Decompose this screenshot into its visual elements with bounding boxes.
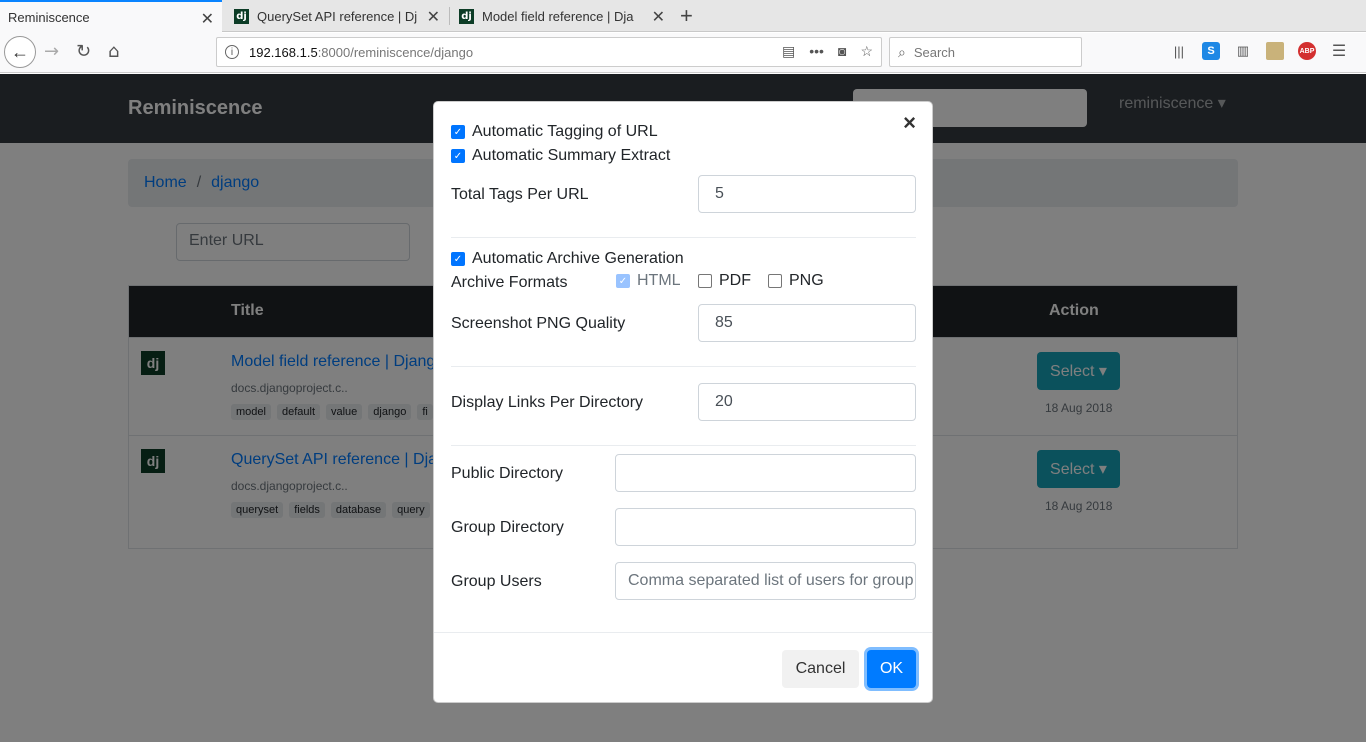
archive-formats-label: Archive Formats [451, 274, 568, 291]
auto-summary-checkbox[interactable]: ✓ Automatic Summary Extract [451, 147, 670, 165]
png-quality-label: Screenshot PNG Quality [451, 315, 626, 332]
s-extension-icon[interactable]: S [1202, 42, 1220, 60]
menu-icon[interactable]: ☰ [1330, 42, 1348, 60]
group-users-input[interactable]: Comma separated list of users for group [615, 562, 916, 600]
browser-tab-strip: Reminiscence ✕ dj QuerySet API reference… [0, 0, 1366, 33]
abp-icon[interactable]: ABP [1298, 42, 1316, 60]
page-actions-icon[interactable]: ••• [809, 43, 824, 60]
library-icon[interactable]: ||| [1170, 42, 1188, 60]
auto-archive-checkbox[interactable]: ✓ Automatic Archive Generation [451, 250, 684, 268]
search-icon: ⌕ [898, 43, 906, 60]
group-dir-input[interactable] [615, 508, 916, 546]
auto-tagging-checkbox[interactable]: ✓ Automatic Tagging of URL [451, 123, 658, 141]
back-icon[interactable]: ← [4, 36, 36, 68]
checkbox-checked-icon[interactable]: ✓ [451, 149, 465, 163]
links-per-dir-label: Display Links Per Directory [451, 394, 644, 411]
tab-model-field[interactable]: dj Model field reference | Dja ✕ [451, 0, 673, 32]
browser-search-input[interactable]: ⌕ Search [889, 37, 1082, 67]
format-pdf-label: PDF [719, 272, 751, 289]
checkbox-unchecked-icon[interactable] [768, 274, 782, 288]
close-icon[interactable]: × [903, 110, 916, 136]
divider [451, 366, 916, 367]
sidebar-icon[interactable]: ▥ [1234, 42, 1252, 60]
reader-view-icon[interactable]: ▤ [782, 43, 795, 60]
reload-icon[interactable]: ↻ [76, 41, 91, 62]
cancel-button[interactable]: Cancel [782, 650, 859, 688]
home-icon[interactable]: ⌂ [108, 41, 119, 62]
public-dir-label: Public Directory [451, 465, 564, 482]
auto-tagging-label: Automatic Tagging of URL [472, 123, 658, 140]
tab-label: Reminiscence [8, 10, 90, 25]
total-tags-label: Total Tags Per URL [451, 186, 589, 203]
tab-reminiscence[interactable]: Reminiscence ✕ [0, 0, 222, 33]
checkbox-checked-icon[interactable]: ✓ [451, 252, 465, 266]
close-tab-icon[interactable]: ✕ [427, 7, 440, 27]
picture-extension-icon[interactable] [1266, 42, 1284, 60]
auto-archive-label: Automatic Archive Generation [472, 250, 684, 267]
tab-label: Model field reference | Dja [482, 8, 634, 24]
new-tab-icon[interactable]: + [680, 3, 693, 29]
group-dir-label: Group Directory [451, 519, 564, 536]
url-path: :8000/reminiscence/django [317, 44, 474, 60]
site-info-icon[interactable]: i [225, 45, 239, 59]
url-bar[interactable]: i 192.168.1.5:8000/reminiscence/django ▤… [216, 37, 882, 67]
checkbox-checked-icon: ✓ [616, 274, 630, 288]
checkbox-checked-icon[interactable]: ✓ [451, 125, 465, 139]
auto-summary-label: Automatic Summary Extract [472, 147, 671, 164]
settings-modal: × ✓ Automatic Tagging of URL ✓ Automatic… [433, 101, 933, 703]
tab-queryset-api[interactable]: dj QuerySet API reference | Dj ✕ [226, 0, 448, 32]
checkbox-unchecked-icon[interactable] [698, 274, 712, 288]
total-tags-input[interactable]: 5 [698, 175, 916, 213]
group-users-label: Group Users [451, 573, 542, 590]
format-pdf-checkbox[interactable]: PDF [698, 272, 751, 290]
public-dir-input[interactable] [615, 454, 916, 492]
django-favicon-icon: dj [234, 8, 249, 24]
close-tab-icon[interactable]: ✕ [652, 7, 665, 27]
format-png-label: PNG [789, 272, 824, 289]
pocket-icon[interactable]: ◙ [838, 43, 846, 60]
modal-footer: Cancel OK [434, 632, 932, 702]
png-quality-input[interactable]: 85 [698, 304, 916, 342]
close-tab-icon[interactable]: ✕ [201, 9, 214, 29]
format-png-checkbox[interactable]: PNG [768, 272, 824, 290]
divider [451, 445, 916, 446]
ok-button[interactable]: OK [867, 650, 916, 688]
django-favicon-icon: dj [459, 8, 474, 24]
tab-label: QuerySet API reference | Dj [257, 8, 418, 24]
browser-toolbar: ← → ↻ ⌂ i 192.168.1.5:8000/reminiscence/… [0, 33, 1366, 73]
format-html-checkbox: ✓ HTML [616, 272, 681, 290]
url-host: 192.168.1.5 [249, 44, 318, 60]
links-per-dir-input[interactable]: 20 [698, 383, 916, 421]
divider [451, 237, 916, 238]
bookmark-star-icon[interactable]: ☆ [860, 43, 873, 60]
forward-icon[interactable]: → [44, 41, 59, 62]
format-html-label: HTML [637, 272, 681, 289]
tab-separator [449, 7, 450, 25]
search-placeholder: Search [913, 44, 956, 60]
